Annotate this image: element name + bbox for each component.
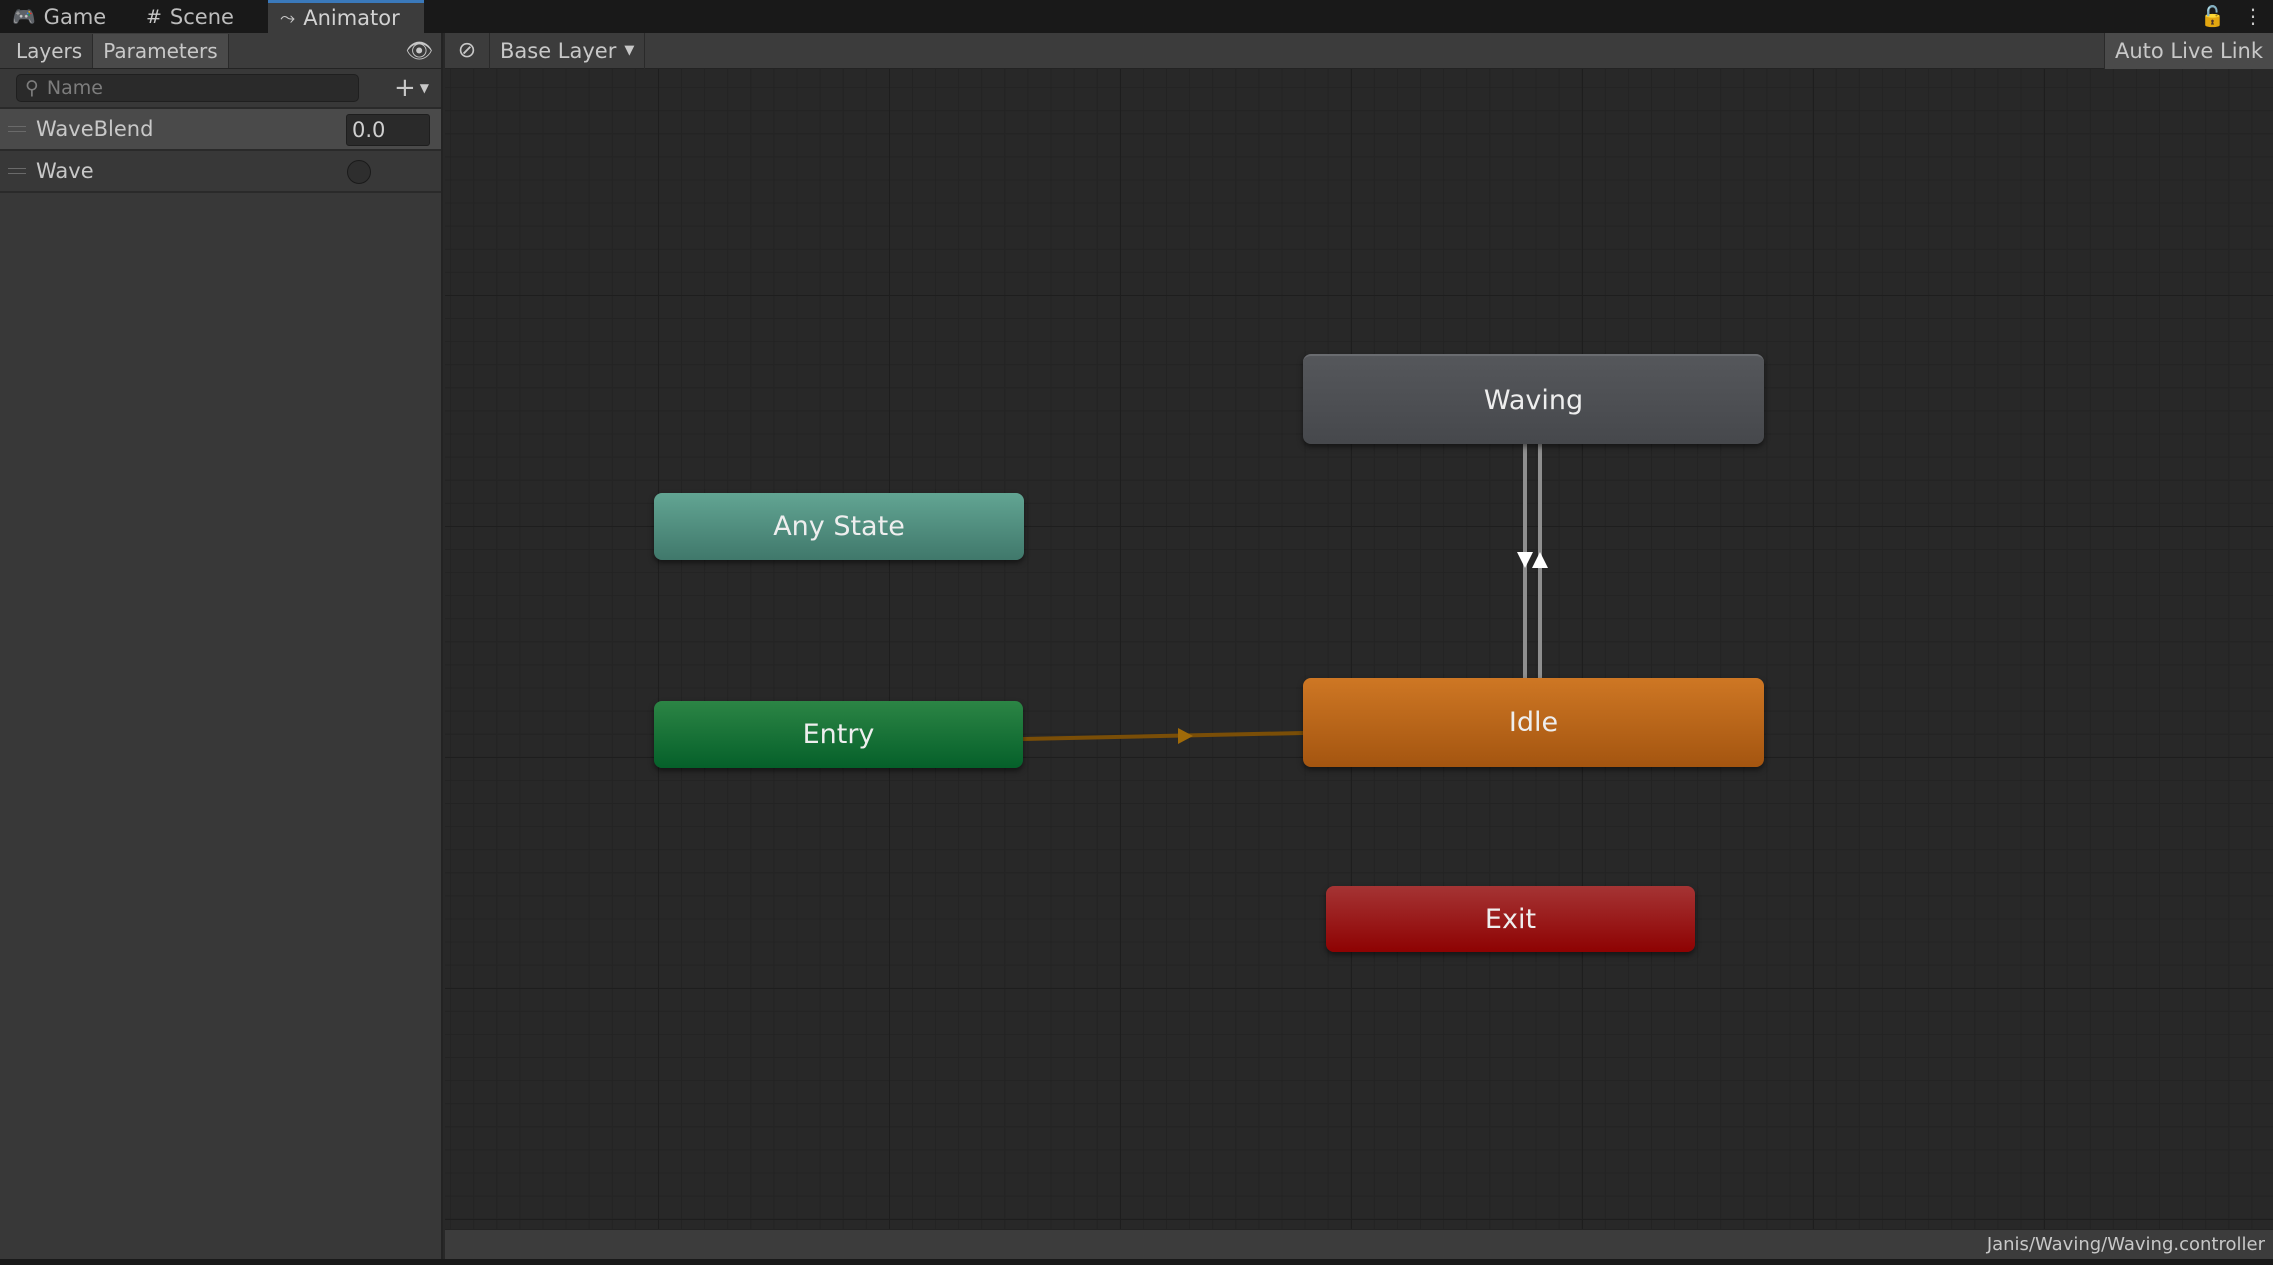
state-label: Any State xyxy=(773,511,905,542)
eye-icon[interactable]: 👁 xyxy=(405,39,433,64)
more-menu-icon[interactable]: ⋮ xyxy=(2243,4,2263,28)
state-label: Waving xyxy=(1483,384,1584,416)
drag-handle-icon[interactable] xyxy=(8,168,26,174)
parameter-row-waveblend[interactable]: WaveBlend 0.0 xyxy=(0,109,441,151)
tab-game-label: Game xyxy=(43,4,107,29)
gamepad-icon: 🎮 xyxy=(12,6,36,28)
state-node-entry[interactable]: Entry xyxy=(654,701,1023,768)
state-node-exit[interactable]: Exit xyxy=(1326,886,1695,952)
plus-icon: + xyxy=(393,73,416,103)
tab-scene[interactable]: # Scene xyxy=(134,0,264,33)
parameter-search-row: ⚲ Name + ▼ xyxy=(0,69,441,109)
state-label: Exit xyxy=(1484,903,1537,935)
status-bar: Janis/Waving/Waving.controller xyxy=(445,1229,2273,1259)
state-machine-graph[interactable]: Waving Any State Entry Idle Exit xyxy=(445,69,2273,1229)
window-tab-bar: 🎮 Game # Scene ⤳ Animator 🔓 ⋮ xyxy=(0,0,2273,33)
transition-entry-idle[interactable] xyxy=(1022,731,1304,741)
tab-game[interactable]: 🎮 Game xyxy=(0,0,130,33)
chevron-down-icon: ▼ xyxy=(624,43,635,58)
subtab-layers[interactable]: Layers xyxy=(6,33,94,68)
search-icon: ⚲ xyxy=(25,77,39,99)
transition-arrow-up xyxy=(1532,552,1548,568)
tab-scene-label: Scene xyxy=(169,4,234,29)
chevron-down-icon: ▼ xyxy=(419,81,429,95)
state-node-any-state[interactable]: Any State xyxy=(654,493,1024,560)
transition-arrow-down xyxy=(1517,552,1533,568)
state-label: Idle xyxy=(1508,707,1559,738)
hide-eye-icon[interactable]: ⊘ xyxy=(445,32,490,69)
parameters-panel: Layers Parameters 👁 ⚲ Name + ▼ WaveBlend… xyxy=(0,33,443,1265)
state-node-waving[interactable]: Waving xyxy=(1303,354,1764,444)
subtab-parameters[interactable]: Parameters xyxy=(93,33,229,68)
grid-icon: # xyxy=(146,5,162,28)
sidebar-subtabs: Layers Parameters 👁 xyxy=(0,33,441,69)
controller-path: Janis/Waving/Waving.controller xyxy=(1986,1234,2265,1255)
waveblend-value-input[interactable]: 0.0 xyxy=(346,114,430,146)
parameter-row-wave[interactable]: Wave xyxy=(0,151,441,193)
transition-arrow-entry-idle xyxy=(1178,728,1193,744)
parameter-search-input[interactable]: ⚲ Name xyxy=(16,74,359,102)
animator-icon: ⤳ xyxy=(280,7,296,29)
tab-animator[interactable]: ⤳ Animator xyxy=(268,0,424,33)
parameter-name: Wave xyxy=(36,159,94,183)
layer-breadcrumb-dropdown[interactable]: Base Layer ▼ xyxy=(490,32,646,69)
transition-layer xyxy=(1022,444,1548,744)
graph-toolbar: ⊘ Base Layer ▼ Auto Live Link xyxy=(445,32,2273,69)
tab-animator-label: Animator xyxy=(303,6,400,30)
layer-name: Base Layer xyxy=(500,38,617,63)
state-label: Entry xyxy=(802,719,875,750)
add-parameter-button[interactable]: + ▼ xyxy=(394,73,429,103)
lock-icon[interactable]: 🔓 xyxy=(2200,4,2225,28)
wave-bool-toggle[interactable] xyxy=(347,160,371,184)
window-bottom-edge xyxy=(0,1259,2273,1265)
drag-handle-icon[interactable] xyxy=(8,126,26,132)
parameter-name: WaveBlend xyxy=(36,117,154,141)
auto-live-link-button[interactable]: Auto Live Link xyxy=(2104,33,2273,69)
search-placeholder: Name xyxy=(46,77,103,99)
state-node-idle[interactable]: Idle xyxy=(1303,678,1764,767)
